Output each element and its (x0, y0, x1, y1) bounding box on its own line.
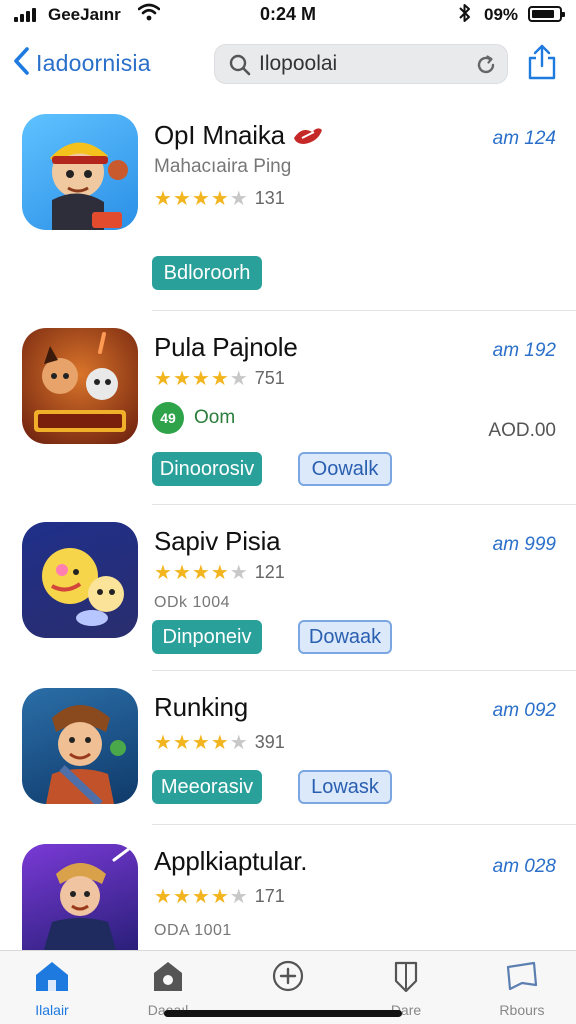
star-half-icon: ★ (229, 885, 248, 908)
primary-button[interactable]: Dinoorosiv (152, 452, 262, 486)
star-icon: ★ (191, 367, 210, 390)
app-icon[interactable] (22, 688, 138, 804)
list-item[interactable]: Applkiaptular. ★ ★ ★ ★ ★ 171 ODA 1001 am… (0, 826, 576, 950)
primary-button[interactable]: Dinponeiv (152, 620, 262, 654)
share-icon[interactable] (526, 44, 558, 85)
rating-count: 121 (254, 562, 285, 582)
list-item[interactable]: OpI Mnaika Mahacıaira Ping ★ ★ ★ ★ ★ 131… (0, 100, 576, 312)
rating: ★ ★ ★ ★ ★ 131 (154, 188, 285, 209)
status-bar: GeeJaınr 0:24 M 09% (0, 0, 576, 30)
divider (152, 824, 576, 825)
app-meta: am 028 (492, 856, 556, 877)
app-meta: am 999 (492, 534, 556, 555)
app-price: AOD.00 (488, 420, 556, 441)
tab-label: Rbours (499, 1002, 545, 1018)
star-icon: ★ (154, 731, 172, 754)
star-icon: ★ (191, 885, 210, 908)
divider (152, 310, 576, 311)
app-name: Applkiaptular. (154, 846, 308, 876)
star-half-icon: ★ (229, 367, 248, 390)
app-name: Pula Pajnole (154, 332, 298, 362)
star-icon: ★ (172, 561, 191, 584)
battery-percent: 09% (484, 5, 519, 24)
star-half-icon: ★ (229, 187, 248, 210)
app-icon[interactable] (22, 844, 138, 950)
search-input[interactable] (259, 49, 459, 79)
star-icon: ★ (172, 731, 191, 754)
bluetooth-icon (458, 3, 472, 28)
search-bar[interactable] (214, 44, 508, 84)
app-meta: am 192 (492, 340, 556, 361)
star-icon: ★ (172, 367, 191, 390)
star-icon: ★ (210, 885, 229, 908)
tab-add[interactable] (240, 959, 336, 1002)
divider (152, 670, 576, 671)
star-icon: ★ (154, 367, 172, 390)
search-icon (229, 54, 251, 81)
star-icon: ★ (210, 561, 229, 584)
rating-count: 171 (254, 886, 285, 906)
app-icon[interactable] (22, 114, 138, 230)
secondary-button[interactable]: Dowaak (298, 620, 392, 654)
star-icon: ★ (172, 885, 191, 908)
game-badge-icon: 49 (152, 402, 184, 434)
tab-label: Ilalair (35, 1002, 69, 1018)
rating-count: 391 (254, 732, 285, 752)
app-name: OpI Mnaika (154, 120, 324, 151)
star-half-icon: ★ (229, 561, 248, 584)
tab-reviews[interactable]: Rbours (474, 959, 570, 1018)
reload-icon[interactable] (475, 54, 497, 81)
app-detail: ODk 1004 (154, 594, 231, 611)
battery-icon (528, 6, 565, 22)
star-icon: ★ (154, 885, 172, 908)
app-name: Runking (154, 692, 248, 722)
star-icon: ★ (210, 367, 229, 390)
bookmark-icon (504, 961, 540, 997)
app-name: Sapiv Pisia (154, 526, 281, 556)
list-item[interactable]: Pula Pajnole ★ ★ ★ ★ ★ 751 49 Oom am 192… (0, 312, 576, 506)
primary-button[interactable]: Bdloroorh (152, 256, 262, 290)
star-icon: ★ (172, 187, 191, 210)
shield-icon (390, 961, 422, 997)
app-icon[interactable] (22, 522, 138, 638)
primary-button[interactable]: Meeorasiv (152, 770, 262, 804)
star-icon: ★ (210, 187, 229, 210)
chevron-left-icon (12, 46, 30, 81)
plus-circle-icon (270, 960, 306, 997)
divider (152, 504, 576, 505)
app-detail: ODA 1001 (154, 922, 232, 939)
badge-text: Oom (194, 407, 236, 428)
list-item[interactable]: Sapiv Pisia ★ ★ ★ ★ ★ 121 ODk 1004 am 99… (0, 506, 576, 672)
star-half-icon: ★ (229, 731, 248, 754)
navigation-bar: Iadoornisia (0, 36, 576, 92)
app-meta: am 092 (492, 700, 556, 721)
app-subtitle: Mahacıaira Ping (154, 156, 292, 177)
back-label: Iadoornisia (36, 50, 151, 76)
star-icon: ★ (154, 561, 172, 584)
house-badge-icon (150, 962, 186, 997)
rating: ★ ★ ★ ★ ★ 121 (154, 562, 285, 583)
rating: ★ ★ ★ ★ ★ 751 (154, 368, 285, 389)
rating: ★ ★ ★ ★ ★ 171 (154, 886, 285, 907)
rating-count: 131 (254, 188, 285, 208)
rating: ★ ★ ★ ★ ★ 391 (154, 732, 285, 753)
home-indicator (164, 1010, 402, 1017)
home-icon (32, 962, 72, 997)
list-item[interactable]: Runking ★ ★ ★ ★ ★ 391 am 092 Meeorasiv L… (0, 672, 576, 826)
secondary-button[interactable]: Lowask (298, 770, 392, 804)
rating-count: 751 (254, 368, 285, 388)
star-icon: ★ (191, 187, 210, 210)
app-meta: am 124 (492, 128, 556, 149)
star-icon: ★ (191, 731, 210, 754)
star-icon: ★ (154, 187, 172, 210)
back-button[interactable]: Iadoornisia (12, 46, 151, 81)
star-icon: ★ (210, 731, 229, 754)
secondary-button[interactable]: Oowalk (298, 452, 392, 486)
tab-home[interactable]: Ilalair (4, 959, 100, 1018)
star-icon: ★ (191, 561, 210, 584)
fire-badge-icon (293, 128, 322, 144)
app-badge: 49 Oom (152, 402, 235, 434)
app-icon[interactable] (22, 328, 138, 444)
